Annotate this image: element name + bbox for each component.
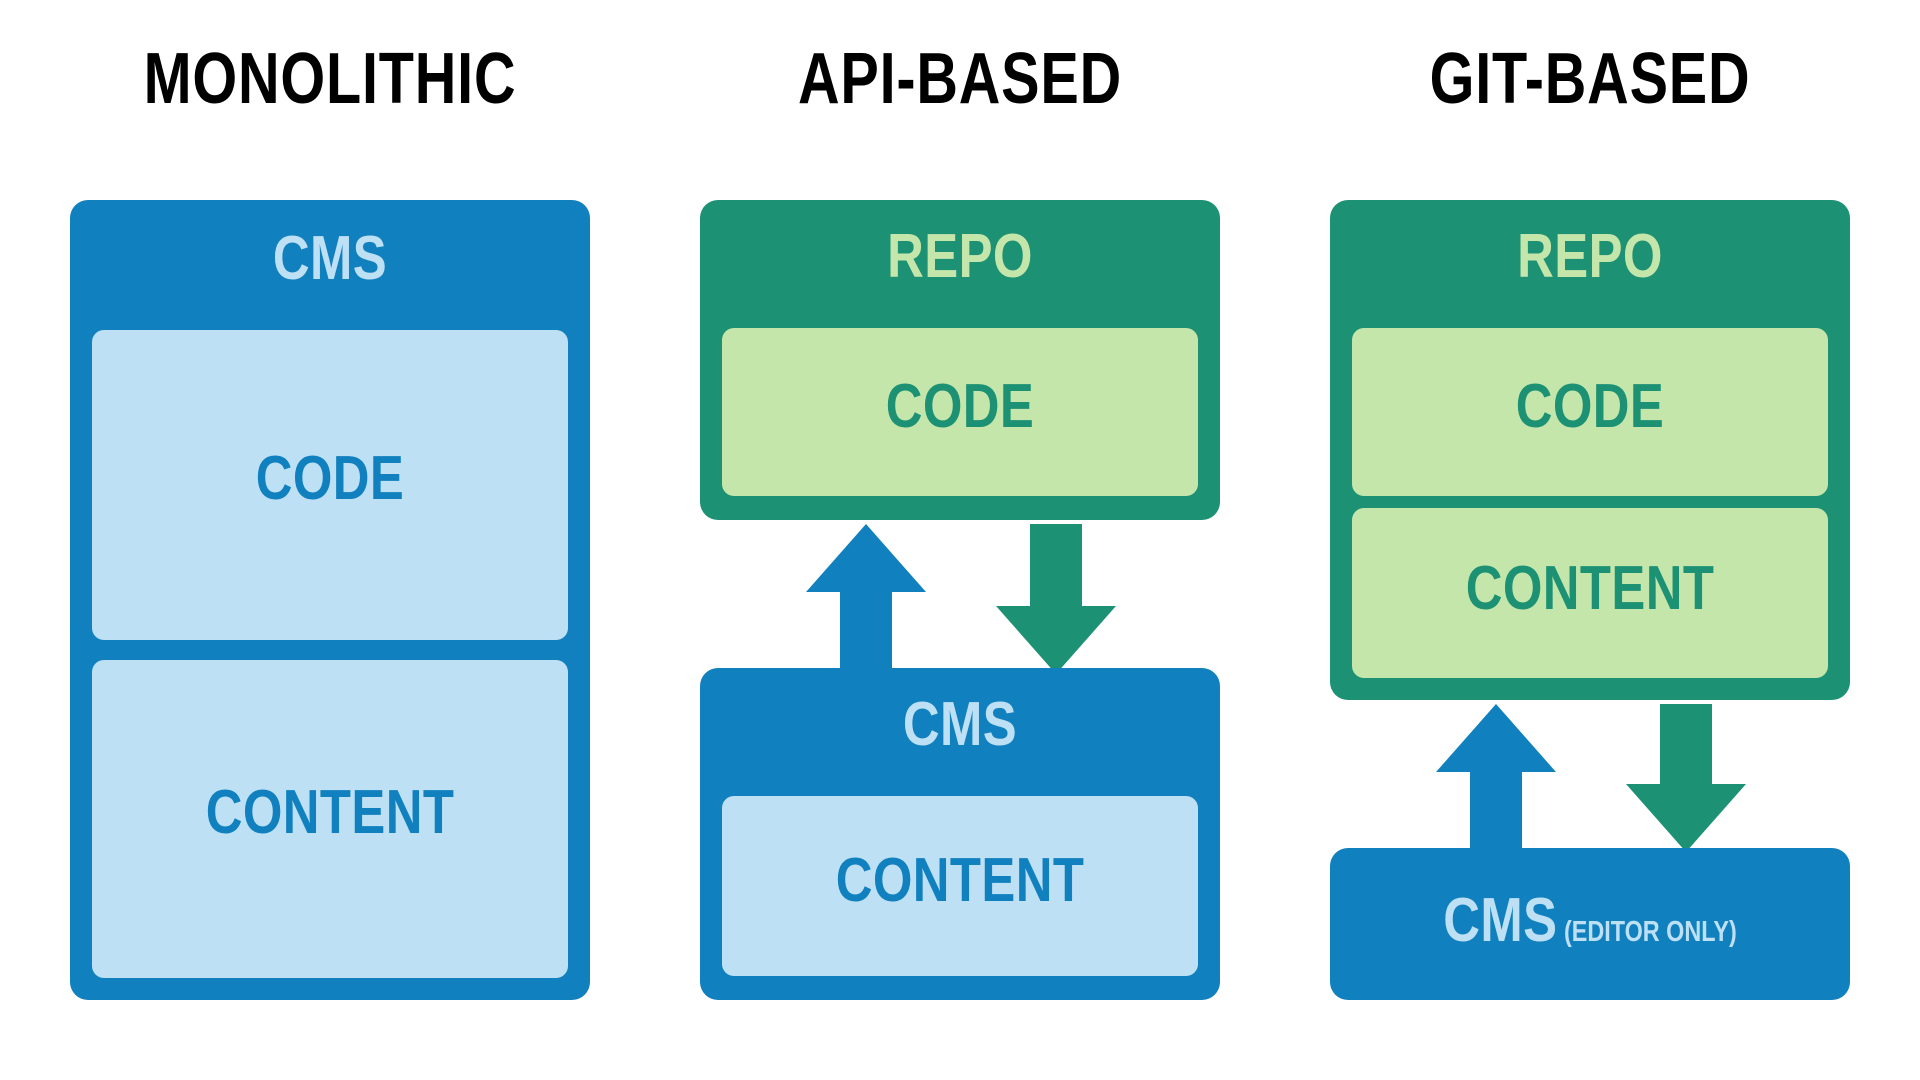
git-content-box: CONTENT (1352, 508, 1828, 678)
api-content-box: CONTENT (722, 796, 1198, 976)
column-title-api-based: API-BASED (797, 39, 1123, 119)
monolithic-cms-box: CMS CODE CONTENT (70, 200, 590, 1000)
git-code-box: CODE (1352, 328, 1828, 496)
column-git-based: GIT-BASED REPO CODE CONTENT CMS (EDITOR … (1310, 0, 1870, 1080)
monolithic-content-box: CONTENT (92, 660, 568, 978)
monolithic-content-label: CONTENT (205, 778, 455, 847)
api-cms-box: CMS CONTENT (700, 668, 1220, 1000)
api-repo-box: REPO CODE (700, 200, 1220, 520)
git-content-label: CONTENT (1465, 554, 1715, 623)
api-arrow-down-repo-to-cms (996, 524, 1116, 674)
column-title-monolithic: MONOLITHIC (143, 39, 517, 119)
git-arrow-down-repo-to-cms (1626, 704, 1746, 852)
git-arrow-up-cms-to-repo (1436, 704, 1556, 852)
api-content-label: CONTENT (835, 846, 1085, 915)
column-api-based: API-BASED REPO CODE CMS CONTENT (680, 0, 1240, 1080)
diagram-canvas: MONOLITHIC CMS CODE CONTENT API-BASED RE… (0, 0, 1920, 1080)
git-cms-sub-label: (EDITOR ONLY) (1557, 916, 1737, 948)
git-repo-box: REPO CODE CONTENT (1330, 200, 1850, 700)
api-code-label: CODE (885, 372, 1035, 441)
api-cms-label: CMS (902, 690, 1018, 759)
api-arrow-up-cms-to-repo (806, 524, 926, 674)
monolithic-cms-label: CMS (272, 224, 388, 293)
monolithic-code-box: CODE (92, 330, 568, 640)
api-code-box: CODE (722, 328, 1198, 496)
api-repo-label: REPO (887, 222, 1033, 291)
git-code-label: CODE (1515, 372, 1665, 441)
column-monolithic: MONOLITHIC CMS CODE CONTENT (50, 0, 610, 1080)
monolithic-code-label: CODE (255, 444, 405, 513)
git-cms-label: CMS (1443, 886, 1558, 955)
column-title-git-based: GIT-BASED (1429, 39, 1751, 119)
git-repo-label: REPO (1517, 222, 1663, 291)
git-cms-label-wrap: CMS (EDITOR ONLY) (1377, 890, 1803, 963)
git-cms-box: CMS (EDITOR ONLY) (1330, 848, 1850, 1000)
